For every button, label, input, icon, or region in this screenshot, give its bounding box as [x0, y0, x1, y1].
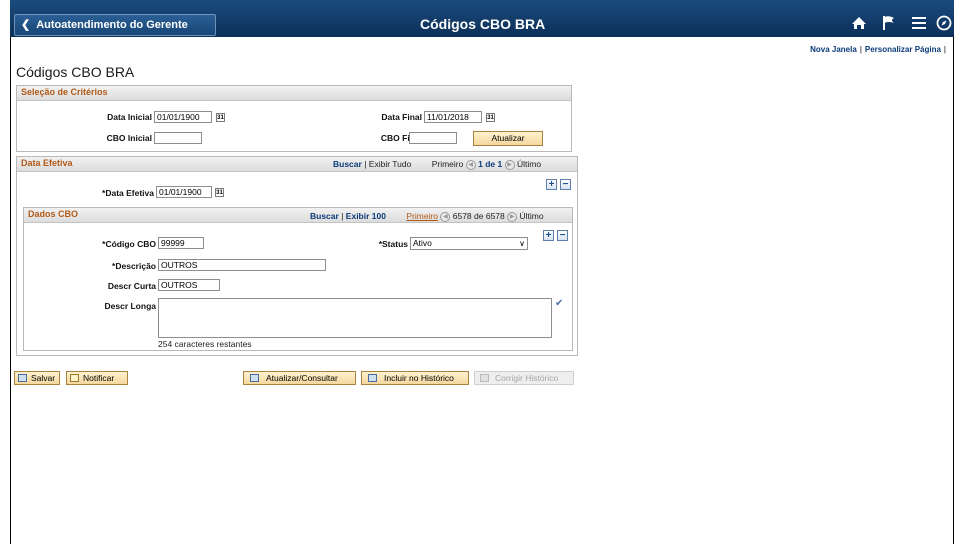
end-date-input[interactable]: 11/01/2018 — [424, 111, 482, 123]
cbo-last[interactable]: Último — [520, 211, 544, 221]
flag-icon[interactable] — [874, 15, 904, 36]
back-button[interactable]: ❮ Autoatendimento do Gerente — [14, 14, 216, 36]
status-select[interactable]: Ativo ∨ — [410, 237, 528, 250]
banner-icons — [844, 14, 954, 36]
effdt-input[interactable]: 01/01/1900 — [156, 186, 212, 198]
calendar-icon[interactable]: 31 — [216, 113, 225, 122]
cbo-code-input[interactable]: 99999 — [158, 237, 204, 249]
chevron-down-icon: ∨ — [519, 239, 525, 248]
delete-row-icon[interactable]: − — [557, 230, 568, 241]
calendar-icon[interactable]: 31 — [486, 113, 495, 122]
effdt-section: Data Efetiva Buscar | Exibir Tudo Primei… — [16, 156, 578, 356]
notify-icon — [70, 374, 79, 382]
cbo-first-link[interactable]: Primeiro — [406, 211, 438, 221]
save-label: Salvar — [31, 373, 56, 383]
include-history-button[interactable]: Incluir no Histórico — [361, 371, 469, 385]
update-button[interactable]: Atualizar — [473, 131, 543, 146]
update-display-label: Atualizar/Consultar — [266, 373, 338, 383]
long-descr-textarea[interactable] — [158, 298, 552, 338]
long-descr-label: Descr Longa — [104, 301, 157, 311]
end-date-label: Data Final — [381, 112, 422, 122]
effdt-first[interactable]: Primeiro — [432, 159, 464, 169]
effdt-nav-separator: | — [364, 159, 367, 169]
cbo-nav-separator: | — [341, 211, 344, 221]
effdt-nav: Buscar | Exibir Tudo Primeiro ◀ 1 de 1 ▶… — [333, 159, 541, 170]
update-display-button[interactable]: Atualizar/Consultar — [243, 371, 356, 385]
effdt-title: Data Efetiva — [21, 158, 73, 168]
link-separator: | — [859, 45, 862, 54]
save-button[interactable]: Salvar — [14, 371, 60, 385]
notify-button[interactable]: Notificar — [66, 371, 128, 385]
top-banner: ❮ Autoatendimento do Gerente Códigos CBO … — [10, 0, 954, 37]
banner-title: Códigos CBO BRA — [420, 16, 546, 32]
cbo-section: Dados CBO Buscar | Exibir 100 Primeiro ◀… — [23, 207, 573, 351]
effdt-label: *Data Efetiva — [102, 188, 154, 198]
back-button-label: Autoatendimento do Gerente — [36, 19, 188, 31]
cbo-end-input[interactable] — [409, 132, 457, 144]
start-date-label: Data Inicial — [107, 112, 152, 122]
status-selected: Ativo — [413, 238, 432, 248]
remaining-chars: 254 caracteres restantes — [158, 339, 252, 349]
effdt-count: 1 de 1 — [478, 159, 503, 169]
descr-label: *Descrição — [112, 261, 156, 271]
link-separator-end: | — [943, 45, 946, 54]
cbo-view-100-link[interactable]: Exibir 100 — [346, 211, 386, 221]
menu-icon[interactable] — [904, 16, 934, 34]
add-row-icon[interactable]: + — [543, 230, 554, 241]
page-title: Códigos CBO BRA — [16, 64, 135, 80]
cbo-code-label: *Código CBO — [102, 239, 156, 249]
add-row-icon[interactable]: + — [546, 179, 557, 190]
notify-label: Notificar — [83, 373, 115, 383]
status-label: *Status — [378, 239, 408, 249]
calendar-icon[interactable]: 31 — [215, 188, 224, 197]
criteria-title: Seleção de Critérios — [21, 87, 108, 97]
personalize-page-link[interactable]: Personalizar Página — [865, 45, 941, 54]
previous-icon[interactable]: ◀ — [440, 211, 451, 222]
start-date-input[interactable]: 01/01/1900 — [154, 111, 212, 123]
correct-history-icon — [480, 374, 489, 382]
spellcheck-icon[interactable]: ✔ — [555, 298, 563, 309]
compass-icon[interactable] — [934, 15, 954, 36]
short-descr-input[interactable]: OUTROS — [158, 279, 220, 291]
cbo-nav: Buscar | Exibir 100 Primeiro ◀ 6578 de 6… — [310, 211, 544, 222]
cbo-title: Dados CBO — [28, 209, 79, 219]
short-descr-label: Descr Curta — [107, 281, 156, 291]
save-icon — [18, 374, 27, 382]
include-history-icon — [368, 374, 377, 382]
previous-icon[interactable]: ◀ — [465, 159, 476, 170]
correct-history-button: Corrigir Histórico — [474, 371, 574, 385]
effdt-find-link[interactable]: Buscar — [333, 159, 362, 169]
next-icon[interactable]: ▶ — [507, 211, 518, 222]
correct-history-label: Corrigir Histórico — [495, 373, 559, 383]
include-history-label: Incluir no Histórico — [384, 373, 454, 383]
next-icon[interactable]: ▶ — [504, 159, 515, 170]
home-icon[interactable] — [844, 16, 874, 35]
cbo-start-input[interactable] — [154, 132, 202, 144]
criteria-section: Seleção de Critérios Data Inicial 01/01/… — [16, 85, 572, 152]
new-window-link[interactable]: Nova Janela — [810, 45, 857, 54]
criteria-header: Seleção de Critérios — [17, 86, 571, 101]
descr-input[interactable]: OUTROS — [158, 259, 326, 271]
chevron-left-icon: ❮ — [21, 19, 31, 31]
cbo-count: 6578 de 6578 — [452, 211, 505, 221]
cbo-start-label: CBO Inicial — [106, 133, 152, 143]
cbo-find-link[interactable]: Buscar — [310, 211, 339, 221]
update-display-icon — [250, 374, 259, 382]
top-links: Nova Janela | Personalizar Página | — [810, 45, 949, 54]
delete-row-icon[interactable]: − — [560, 179, 571, 190]
effdt-view-all[interactable]: Exibir Tudo — [369, 159, 412, 169]
effdt-last[interactable]: Último — [517, 159, 541, 169]
